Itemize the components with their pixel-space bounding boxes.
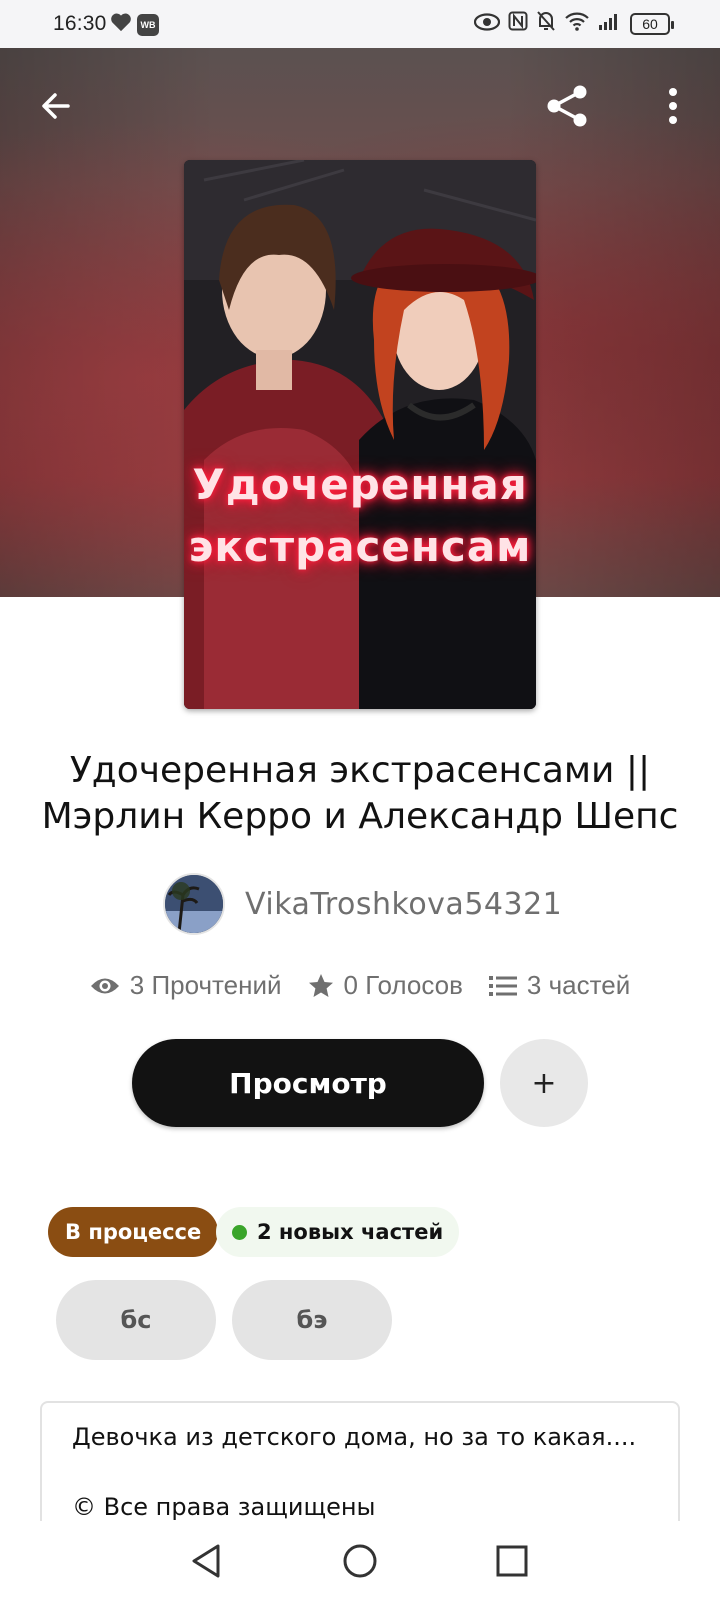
new-parts-label: 2 новых частей [257,1220,444,1244]
nav-back-button[interactable] [184,1539,228,1583]
cover-title-line1: Удочеренная [192,460,528,509]
more-options-button[interactable] [645,78,701,134]
avatar-image [165,875,223,933]
read-button[interactable]: Просмотр [132,1039,484,1127]
triangle-back-icon [192,1544,220,1578]
parts-stat[interactable]: 3 частей [488,970,631,1001]
share-icon [547,85,587,127]
star-icon [308,973,333,997]
more-vertical-icon [669,88,677,124]
nav-home-button[interactable] [338,1539,382,1583]
add-to-library-button[interactable]: + [500,1039,588,1127]
reads-stat: 3 Прочтений [90,970,282,1001]
nav-recents-button[interactable] [490,1539,534,1583]
description-text: Девочка из детского дома, но за то какая… [72,1423,637,1451]
author-row[interactable]: VikaTroshkova54321 [163,873,562,935]
signal-icon [598,11,622,36]
status-time: 16:30 [53,12,107,35]
circle-home-icon [343,1544,377,1578]
status-badge: В процессе [48,1207,219,1257]
wb-app-icon: WB [137,13,159,36]
copyright-text: © Все права защищены [72,1493,376,1521]
heart-icon [110,12,132,37]
tag-chip[interactable]: бэ [232,1280,392,1360]
author-name[interactable]: VikaTroshkova54321 [245,887,562,922]
tag-chip[interactable]: бс [56,1280,216,1360]
cover-illustration [184,160,536,709]
share-button[interactable] [540,78,596,134]
eye-icon [473,12,501,36]
mute-icon [536,10,556,37]
votes-stat: 0 Голосов [308,970,463,1001]
description-box: Девочка из детского дома, но за то какая… [40,1401,680,1521]
battery-icon: 60 [630,12,674,35]
reads-count: 3 Прочтений [129,970,282,1000]
square-recents-icon [496,1545,528,1577]
back-button[interactable] [28,78,84,134]
parts-count: 3 частей [526,970,631,1000]
cover-title-line2: экстрасенсам [188,522,532,571]
story-cover[interactable]: Удочеренная экстрасенсам [184,160,536,709]
story-title: Удочеренная экстрасенсами || Мэрлин Керр… [41,750,679,837]
wifi-icon [564,11,590,36]
story-stats: 3 Прочтений 0 Голосов 3 частей [0,970,720,1001]
nfc-icon [508,11,528,36]
new-parts-badge: 2 новых частей [216,1207,460,1257]
list-icon [488,975,517,996]
back-arrow-icon [42,93,70,119]
status-bar: 16:30 WB 60 [0,0,720,48]
votes-count: 0 Голосов [343,970,463,1000]
eye-icon [90,978,119,993]
new-dot-icon [232,1224,247,1240]
system-nav-bar [0,1521,720,1600]
author-avatar[interactable] [163,873,225,935]
